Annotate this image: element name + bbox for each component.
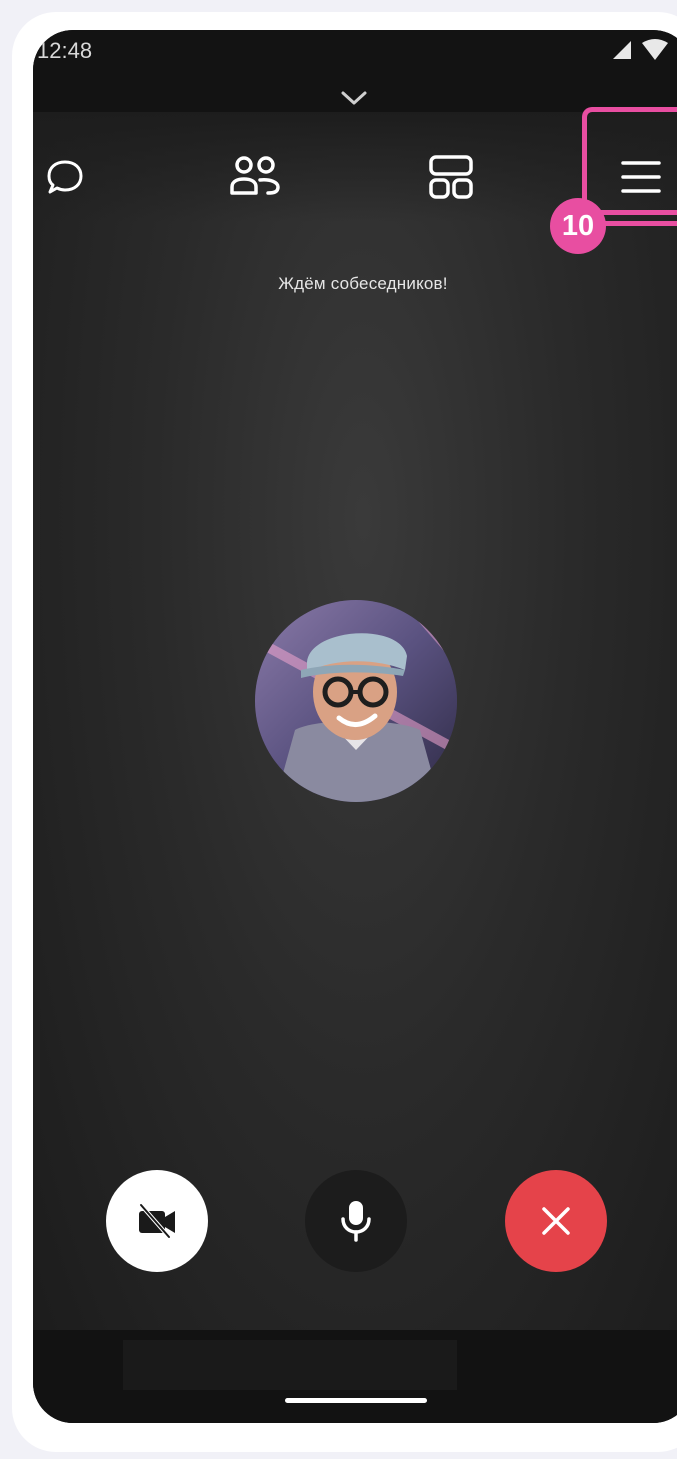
chevron-down-icon[interactable] [340, 90, 368, 106]
user-avatar-photo [255, 600, 457, 802]
home-indicator[interactable] [285, 1398, 427, 1403]
layout-grid-icon [429, 155, 473, 199]
avatar [255, 600, 457, 802]
status-time: 12:48 [37, 38, 93, 63]
chat-button[interactable] [35, 147, 95, 207]
close-icon [542, 1207, 570, 1235]
cellular-signal-icon [613, 41, 631, 59]
menu-highlight-frame [582, 107, 677, 215]
call-controls [33, 1170, 677, 1274]
camera-off-icon [139, 1203, 175, 1239]
camera-toggle-button[interactable] [106, 1170, 208, 1272]
end-call-button[interactable] [505, 1170, 607, 1272]
layout-button[interactable] [421, 147, 481, 207]
participants-button[interactable] [226, 147, 286, 207]
annotation-connector [604, 221, 677, 226]
waiting-message: Ждём собеседников! [278, 274, 448, 293]
nav-shade [123, 1340, 457, 1390]
status-bar: 12:48 [33, 30, 677, 112]
microphone-icon [341, 1201, 371, 1242]
annotation-badge: 10 [550, 198, 606, 254]
participants-icon [230, 156, 280, 195]
system-nav-bar [33, 1330, 677, 1423]
wifi-icon [642, 39, 668, 60]
chat-bubble-icon [47, 160, 83, 194]
status-icons [611, 36, 677, 64]
microphone-button[interactable] [305, 1170, 407, 1272]
